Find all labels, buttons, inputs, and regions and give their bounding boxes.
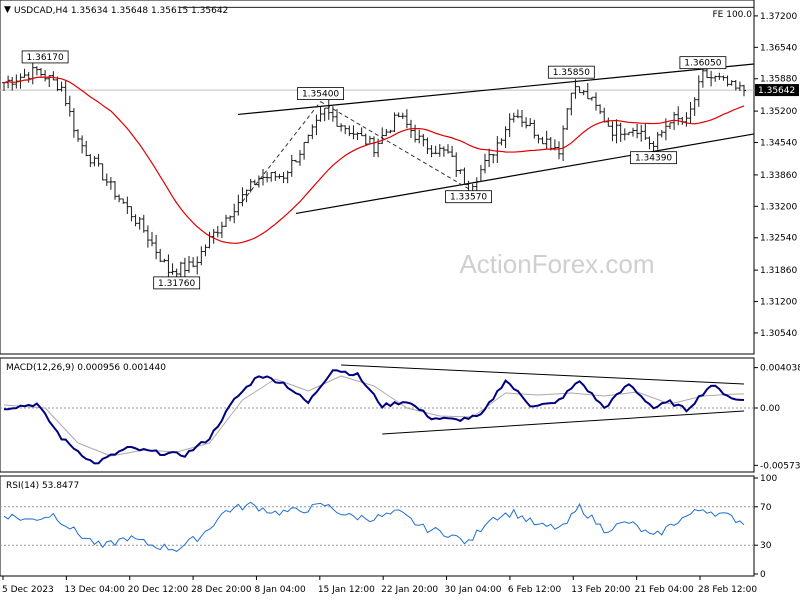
price-callout-label: 1.35400 [302, 90, 339, 100]
price-callout-label: 1.33570 [450, 193, 487, 203]
price-tick-label: 1.36540 [760, 43, 797, 53]
rsi-tick-label: 70 [760, 503, 772, 513]
price-callout-label: 1.34390 [635, 154, 672, 164]
time-axis: 5 Dec 2023 13 Dec 04:00 20 Dec 12:00 28 Dec… [2, 576, 757, 595]
time-tick-label: 13 Feb 20:00 [571, 585, 630, 595]
time-tick-label: 6 Feb 12:00 [508, 585, 562, 595]
price-callout-label: 1.36170 [27, 53, 64, 63]
usdcad-h4-chart: ActionForex.com ▼ USDCAD,H4 1.35634 1.35… [0, 0, 800, 595]
macd-tick-label: 0.00 [760, 404, 780, 414]
macd-axis: 0.004038 0.00 -0.005737 [754, 364, 800, 471]
time-tick-label: 15 Jan 12:00 [318, 585, 375, 595]
price-panel [0, 0, 755, 355]
time-tick-label: 5 Dec 2023 [2, 585, 54, 595]
time-tick-label: 28 Dec 20:00 [191, 585, 252, 595]
time-tick-label: 8 Jan 04:00 [254, 585, 306, 595]
macd-tick-label: -0.005737 [760, 461, 800, 471]
rsi-tick-label: 30 [760, 541, 772, 551]
rsi-panel [0, 475, 755, 577]
price-tick-label: 1.35880 [760, 75, 797, 85]
fe-label: FE 100.0 [713, 10, 753, 20]
price-tick-label: 1.30540 [760, 329, 797, 339]
time-tick-label: 28 Feb 12:00 [698, 585, 757, 595]
time-tick-label: 13 Dec 04:00 [64, 585, 125, 595]
price-tick-label: 1.33860 [760, 171, 797, 181]
rsi-tick-label: 100 [760, 474, 777, 484]
rsi-axis: 100 70 30 0 [754, 474, 777, 580]
time-tick-label: 20 Dec 12:00 [128, 585, 189, 595]
price-axis: 1.37200 1.36540 1.35880 1.35200 1.34540 1.338… [754, 12, 797, 339]
macd-header: MACD(12,26,9) 0.000956 0.001440 [6, 363, 166, 373]
price-tick-label: 1.31200 [760, 298, 797, 308]
rsi-tick-label: 0 [760, 570, 766, 580]
price-callout-label: 1.36050 [684, 59, 721, 69]
rsi-header: RSI(14) 53.8477 [6, 481, 79, 491]
time-tick-label: 22 Jan 20:00 [381, 585, 438, 595]
price-tick-label: 1.34540 [760, 139, 797, 149]
macd-tick-label: 0.004038 [760, 364, 800, 374]
dropdown-triangle-icon: ▼ [4, 5, 11, 15]
price-callout-label: 1.35850 [553, 68, 590, 78]
price-tick-label: 1.37200 [760, 12, 797, 22]
price-tick-label: 1.33200 [760, 202, 797, 212]
price-tick-label: 1.31860 [760, 266, 797, 276]
price-tick-label: 1.35200 [760, 107, 797, 117]
price-callout-label: 1.31760 [158, 279, 195, 289]
current-price-label: 1.35642 [758, 86, 795, 96]
time-tick-label: 21 Feb 04:00 [635, 585, 694, 595]
watermark: ActionForex.com [459, 249, 654, 279]
time-tick-label: 30 Jan 04:00 [445, 585, 502, 595]
price-tick-label: 1.32540 [760, 234, 797, 244]
